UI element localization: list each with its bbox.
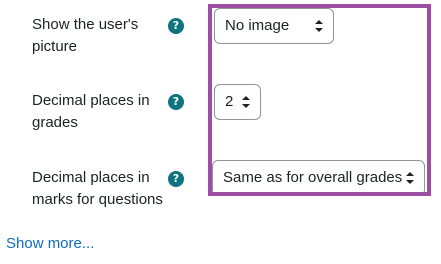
select-caret-icon (314, 9, 324, 43)
show-more-link[interactable]: Show more... (6, 235, 94, 252)
question-circle-icon[interactable]: ? (168, 94, 184, 110)
decimal-marks-label: Decimal places in marks for questions (32, 169, 163, 208)
question-circle-icon[interactable]: ? (168, 171, 184, 187)
decimal-grades-label: Decimal places in grades (32, 92, 150, 131)
question-circle-icon[interactable]: ? (168, 18, 184, 34)
decimal-marks-select[interactable]: Same as for overall grades (212, 160, 425, 196)
decimal-grades-select[interactable]: 2 (214, 84, 261, 120)
show-picture-label: Show the user's picture (32, 16, 139, 55)
show-picture-select[interactable]: No image (214, 8, 334, 44)
select-caret-icon (241, 85, 251, 119)
show-picture-value: No image (225, 17, 290, 34)
decimal-marks-value: Same as for overall grades (223, 169, 403, 186)
decimal-grades-value: 2 (225, 93, 234, 110)
settings-panel: Show the user's picture ? No image Decim… (0, 0, 441, 264)
select-caret-icon (405, 161, 415, 195)
